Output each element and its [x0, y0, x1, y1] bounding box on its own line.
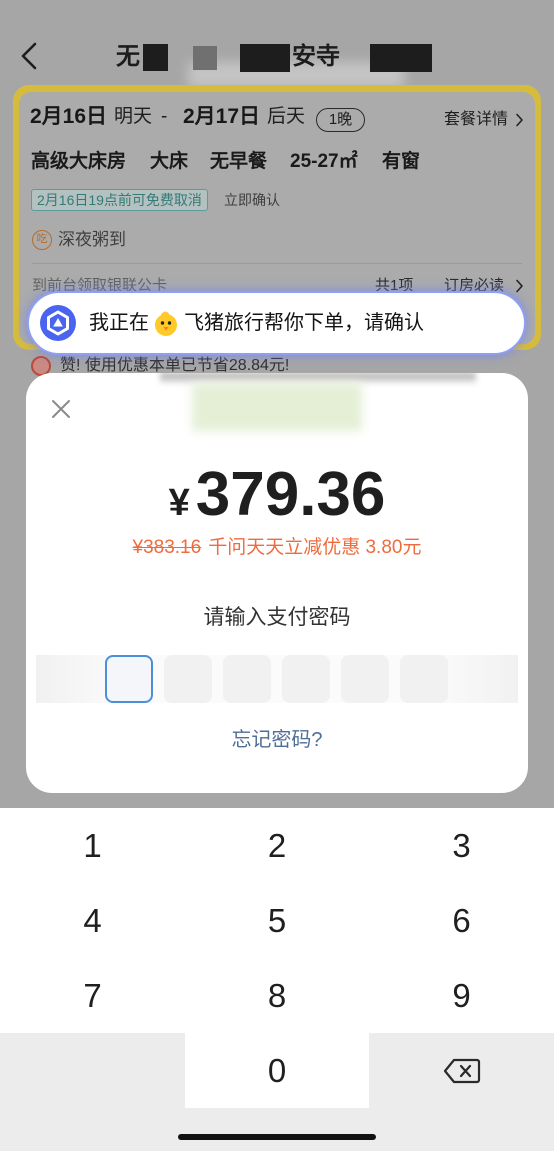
home-indicator[interactable] [178, 1134, 376, 1140]
page-header: 无 安寺 [0, 0, 554, 88]
password-digit-4[interactable] [282, 655, 330, 703]
assistant-logo-icon [40, 305, 76, 341]
instant-confirm-tag: 立即确认 [224, 192, 280, 208]
redaction-block [240, 44, 290, 72]
key-4[interactable]: 4 [0, 883, 185, 958]
key-0[interactable]: 0 [185, 1033, 369, 1108]
page-title-fragment: 安寺 [292, 43, 340, 70]
room-area: 25-27㎡ [290, 151, 358, 172]
fliggy-logo-icon [155, 311, 177, 336]
checkin-date: 2月16日 [30, 105, 108, 128]
key-8[interactable]: 8 [185, 958, 369, 1033]
key-7[interactable]: 7 [0, 958, 185, 1033]
banner-message: 飞猪旅行帮你下单，请确认 [184, 312, 424, 334]
numeric-keypad: 1 2 3 4 5 6 7 8 9 0 [0, 808, 554, 1151]
package-details-link[interactable]: 套餐详情 [444, 110, 508, 130]
window: 有窗 [382, 151, 421, 172]
password-digit-5[interactable] [341, 655, 389, 703]
payment-amount: ¥379.36 [26, 459, 528, 547]
currency-symbol: ¥ [168, 482, 190, 524]
banner-prefix: 我正在 [89, 312, 149, 334]
redaction-block [143, 44, 168, 71]
checkin-day: 明天 [114, 106, 153, 127]
room-type: 高级大床房 [31, 151, 127, 172]
key-6[interactable]: 6 [369, 883, 554, 958]
delete-key[interactable] [369, 1033, 554, 1108]
perk-label: 深夜粥到 [58, 230, 126, 249]
date-separator: - [161, 106, 168, 127]
password-digit-1[interactable] [105, 655, 153, 703]
key-5[interactable]: 5 [185, 883, 369, 958]
breakfast: 无早餐 [210, 151, 268, 172]
backspace-icon [443, 1058, 480, 1083]
close-icon [52, 400, 70, 418]
key-3[interactable]: 3 [369, 808, 554, 883]
chevron-right-icon [516, 113, 523, 127]
redaction-block [193, 46, 217, 70]
discount-line: ¥383.16 千问天天立减优惠 3.80元 [26, 536, 528, 560]
nights-badge: 1晚 [316, 108, 365, 132]
bed-type: 大床 [150, 151, 189, 172]
password-digit-3[interactable] [223, 655, 271, 703]
checkout-date: 2月17日 [183, 105, 261, 128]
agent-status-banner: 我正在 飞猪旅行帮你下单，请确认 [27, 291, 526, 355]
key-2[interactable]: 2 [185, 808, 369, 883]
forgot-password-link[interactable]: 忘记密码? [26, 727, 528, 753]
original-price: ¥383.16 [132, 537, 202, 558]
close-button[interactable] [50, 398, 72, 420]
redaction-block [370, 44, 432, 72]
divider [32, 263, 522, 264]
redacted-area [192, 383, 362, 431]
back-button[interactable] [16, 40, 44, 72]
password-digit-6[interactable] [400, 655, 448, 703]
password-digit-2[interactable] [164, 655, 212, 703]
chevron-left-icon [21, 42, 37, 70]
free-cancellation-tag: 2月16日19点前可免费取消 [31, 189, 208, 211]
checkout-day: 后天 [267, 106, 306, 127]
discount-text: 千问天天立减优惠 3.80元 [208, 537, 422, 558]
amount-value: 379.36 [195, 460, 386, 529]
password-prompt: 请输入支付密码 [203, 606, 351, 629]
page-title-fragment: 无 [116, 43, 140, 70]
key-9[interactable]: 9 [369, 958, 554, 1033]
payment-dialog: ¥379.36 ¥383.16 千问天天立减优惠 3.80元 请输入支付密码 忘记… [26, 373, 528, 793]
key-1[interactable]: 1 [0, 808, 185, 883]
chevron-right-icon [516, 279, 523, 293]
meal-icon: 吃 [32, 230, 52, 250]
